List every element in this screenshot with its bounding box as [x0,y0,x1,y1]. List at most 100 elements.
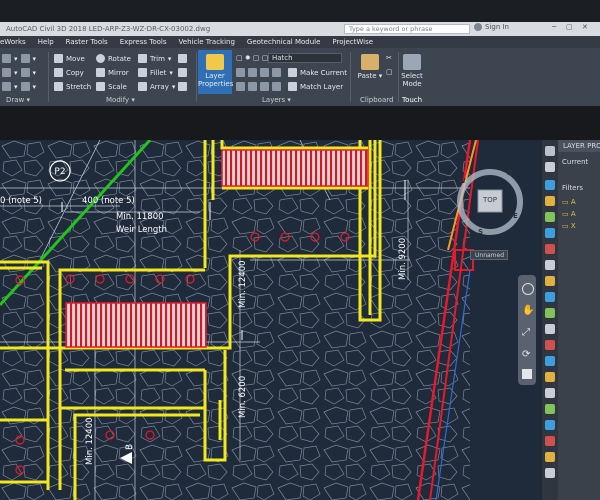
menu-item-help[interactable]: Help [38,38,54,46]
layer-properties-label: Layer Properties [198,72,234,88]
tool-icon-10[interactable] [545,324,555,334]
trim-button[interactable]: Trim ▾ [138,54,171,63]
viewcube-top[interactable]: TOP [483,196,497,204]
draw-tools-row-1[interactable]: ▾ ▾ [2,54,36,63]
copy-clip-button[interactable]: ▢ [386,68,393,76]
filter-tree-xref[interactable]: ▭ X [562,222,576,230]
rotate-icon [96,54,105,63]
tool-icon-3[interactable] [545,212,555,222]
minimize-icon[interactable]: ─ [552,23,556,31]
tool-icon-1[interactable] [545,180,555,190]
tool-icon-12[interactable] [545,356,555,366]
tool-icon-2[interactable] [545,196,555,206]
rotate-button[interactable]: Rotate [96,54,131,63]
filter-tree-all[interactable]: ▭ A [562,198,576,206]
tool-icon-16[interactable] [545,420,555,430]
sign-in-label: Sign In [485,23,509,31]
modify-panel-label[interactable]: Modify ▾ [106,96,135,104]
showmotion-icon[interactable] [522,369,532,379]
tool-icon-9[interactable] [545,308,555,318]
menu-bar: eWorks Help Raster Tools Express Tools V… [0,36,600,48]
fillet-button[interactable]: Fillet ▾ [138,68,173,77]
viewcube[interactable]: TOP N W E S [450,162,530,242]
menu-item-raster-tools[interactable]: Raster Tools [66,38,108,46]
tool-icon-5[interactable] [545,244,555,254]
layer-combo-value: Hatch [272,54,293,62]
tool-icon-19[interactable] [545,468,555,478]
layer-combo[interactable]: Hatch [268,53,342,63]
ucs-dropdown[interactable]: Unnamed [470,250,508,260]
tool-icon-15[interactable] [545,404,555,414]
array-button[interactable]: Array ▾ [138,82,175,91]
menu-item-eworks[interactable]: eWorks [0,38,26,46]
paste-button[interactable]: Paste ▾ [356,54,384,80]
drawing-canvas[interactable]: P2 0 (note 5) 400 (note 5) Min. 11800 We… [0,138,545,500]
filter-tree-all-used[interactable]: ▭ A [562,210,576,218]
viewcube-n[interactable]: N [507,169,513,177]
menu-item-express-tools[interactable]: Express Tools [120,38,167,46]
offset-button[interactable] [178,82,187,91]
tool-icon-13[interactable] [545,372,555,382]
divider [350,52,351,102]
orbit-icon[interactable]: ⟳ [522,349,530,360]
tool-icon-17[interactable] [545,436,555,446]
menu-item-projectwise[interactable]: ProjectWise [332,38,373,46]
polyline-icon [20,68,30,77]
viewcube-s[interactable]: S [478,228,483,236]
clipboard-panel-label[interactable]: Clipboard [360,96,393,104]
lock-icon [272,68,281,77]
tool-icon-8[interactable] [545,292,555,302]
close-icon[interactable]: ✕ [582,23,588,31]
line-icon [2,54,11,63]
erase-button[interactable] [178,54,187,63]
layer-properties-button[interactable]: Layer Properties [198,50,234,94]
unlock-icon [272,82,281,91]
fillet-label: Fillet [150,68,167,77]
tool-icon-4[interactable] [545,228,555,238]
weir-length-label: Weir Length [116,225,167,235]
steering-wheel-icon[interactable] [522,283,534,295]
hatch-icon [20,82,30,91]
sign-in-button[interactable]: Sign In [474,23,509,31]
explode-button[interactable] [178,68,187,77]
tool-palette-strip [542,140,558,500]
copy-button[interactable]: Copy [54,68,84,77]
off-icon [260,68,269,77]
unisolate-icon [236,82,245,91]
draw-tools-row-2[interactable]: ▾ ▾ [2,68,36,77]
move-button[interactable]: Move [54,54,85,63]
tool-icon-11[interactable] [545,340,555,350]
pan-icon[interactable]: ✋ [522,305,534,316]
maximize-icon[interactable]: ▢ [566,23,573,31]
touch-panel-label[interactable]: Touch [402,96,422,104]
viewcube-e[interactable]: E [513,212,518,220]
user-icon [474,23,482,31]
cut-button[interactable]: ✂ [386,54,392,62]
layer-tools-row-3[interactable] [236,82,281,91]
draw-panel-label[interactable]: Draw ▾ [6,96,30,104]
menu-item-geotechnical-module[interactable]: Geotechnical Module [247,38,321,46]
mirror-icon [96,68,105,77]
tool-icon-14[interactable] [545,388,555,398]
tool-icon-18[interactable] [545,452,555,462]
select-mode-button[interactable]: Select Mode [400,54,424,88]
palette-settings-icon[interactable] [545,162,555,172]
tool-icon-6[interactable] [545,260,555,270]
tool-icon-7[interactable] [545,276,555,286]
make-current-label: Make Current [300,68,347,77]
match-layer-button[interactable]: Match Layer [288,82,343,91]
make-current-button[interactable]: Make Current [288,68,347,77]
viewcube-w[interactable]: W [458,177,466,185]
move-icon [54,54,63,63]
scale-button[interactable]: Scale [96,82,127,91]
stretch-button[interactable]: Stretch [54,82,91,91]
palette-close-icon[interactable] [545,146,555,156]
zoom-extents-icon[interactable]: ⤢ [522,327,530,338]
mirror-button[interactable]: Mirror [96,68,129,77]
menu-item-vehicle-tracking[interactable]: Vehicle Tracking [179,38,235,46]
fillet-icon [138,68,147,77]
layer-tools-row-2[interactable] [236,68,281,77]
search-input[interactable]: Type a keyword or phrase [344,24,470,34]
layers-panel-label[interactable]: Layers ▾ [262,96,291,104]
draw-tools-row-3[interactable]: ▾ ▾ [2,82,36,91]
